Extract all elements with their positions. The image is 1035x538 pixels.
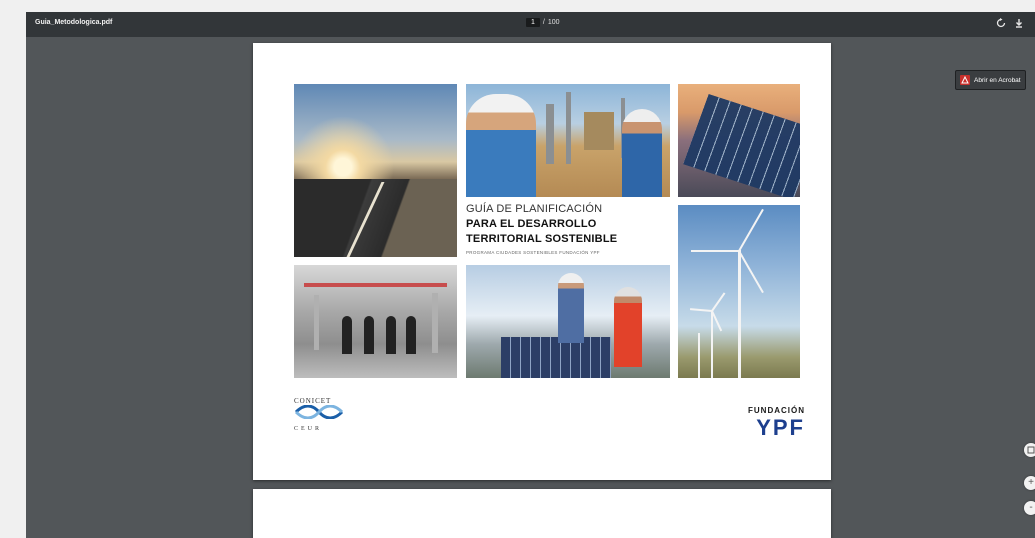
pdf-page-1: GUÍA DE PLANIFICACIÓN PARA EL DESARROLLO… <box>253 43 831 480</box>
conicet-emblem-icon <box>294 404 344 420</box>
cover-photo-road <box>294 84 457 257</box>
rotate-icon[interactable] <box>996 18 1006 32</box>
cover-photo-refinery-workers <box>466 84 670 197</box>
page-separator: / <box>542 19 545 26</box>
pdf-viewer: Guia_Metodologica.pdf 1 / 100 GUÍA DE PL… <box>26 12 1035 538</box>
cover-title-block: GUÍA DE PLANIFICACIÓN PARA EL DESARROLLO… <box>466 203 670 255</box>
conicet-logo: CONICET CEUR <box>294 397 354 432</box>
fundacion-label: FUNDACIÓN <box>748 406 805 415</box>
fit-page-button[interactable] <box>1024 443 1035 457</box>
cover-photo-solar-panels <box>678 84 800 197</box>
open-in-acrobat-label: Abrir en Acrobat <box>974 76 1021 84</box>
ypf-brand: YPF <box>756 415 805 440</box>
fit-page-icon <box>1027 446 1035 454</box>
cover-title-line-3: TERRITORIAL SOSTENIBLE <box>466 233 618 245</box>
total-pages: 100 <box>547 19 560 26</box>
cover-photo-wind-turbines <box>678 205 800 378</box>
cover-subtitle: PROGRAMA CIUDADES SOSTENIBLES FUNDACIÓN … <box>466 250 600 255</box>
zoom-in-button[interactable]: + <box>1024 476 1035 490</box>
document-title: Guia_Metodologica.pdf <box>35 19 113 26</box>
cover-photo-industrial-plant <box>294 265 457 378</box>
zoom-out-button[interactable]: - <box>1024 501 1035 515</box>
pdf-toolbar: Guia_Metodologica.pdf 1 / 100 <box>26 12 1035 37</box>
current-page-input[interactable]: 1 <box>526 18 540 27</box>
fundacion-ypf-logo: FUNDACIÓN YPF <box>730 406 805 439</box>
cover-photo-solar-technicians <box>466 265 670 378</box>
cover-title-line-1: GUÍA DE PLANIFICACIÓN <box>466 203 603 215</box>
conicet-name: CONICET <box>294 397 332 405</box>
ceur-name: CEUR <box>294 426 323 432</box>
pdf-page-2 <box>253 489 831 538</box>
adobe-acrobat-icon <box>960 75 970 85</box>
download-icon[interactable] <box>1014 18 1024 32</box>
cover-title-line-2: PARA EL DESARROLLO <box>466 218 597 230</box>
page-indicator: 1 / 100 <box>526 18 560 27</box>
open-in-acrobat-button[interactable]: Abrir en Acrobat <box>955 70 1026 90</box>
